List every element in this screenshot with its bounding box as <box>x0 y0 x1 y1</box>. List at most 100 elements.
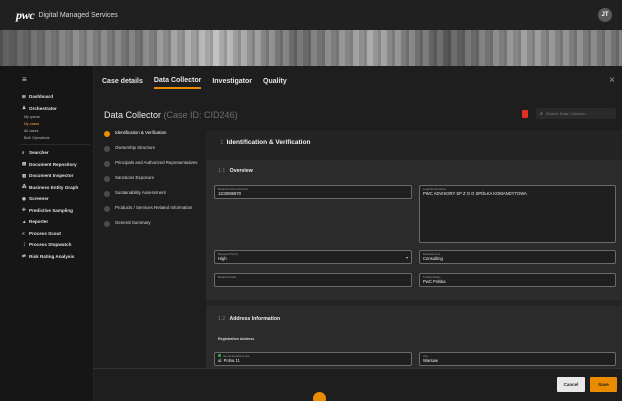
form-content: 1 Identification & Verification 1.1 Over… <box>206 130 622 370</box>
pwc-logo[interactable]: pwc <box>16 8 35 23</box>
close-icon[interactable]: × <box>609 75 615 86</box>
field-value: ul. Polna 11 <box>218 358 240 363</box>
step-label: General Summary <box>115 220 151 225</box>
reporter-icon: ▲ <box>22 219 27 225</box>
field-value: PWC ADVISORY SP Z O O SPÓŁKA KOMANDYTOWA <box>423 191 527 196</box>
sidebar-item-label: Risk Rating Analysis <box>29 253 75 259</box>
step-general-summary[interactable]: General Summary <box>104 220 206 227</box>
step-indicator-icon <box>104 146 110 152</box>
trading-name-field[interactable]: Trading Name PwC Polska <box>419 273 616 287</box>
field-value: Consulting <box>423 256 443 261</box>
step-identification[interactable]: Identification & Verification <box>104 130 206 137</box>
field-label: Business Field <box>218 275 237 279</box>
document-icon[interactable] <box>522 110 528 118</box>
step-sustainability[interactable]: Sustainability Assessment <box>104 190 206 197</box>
step-indicator-icon <box>104 161 110 167</box>
search-icon: ⌕ <box>540 110 543 117</box>
orchestrator-icon: ♟ <box>22 105 27 111</box>
step-indicator-icon <box>104 131 110 137</box>
subsection-title: Address Information <box>229 316 281 322</box>
step-label: Ownership Structure <box>115 145 156 150</box>
subsection-index: 1.2 <box>218 316 226 322</box>
hamburger-menu-icon[interactable]: ≡ <box>22 75 27 84</box>
save-button[interactable]: Save <box>590 377 617 392</box>
field-value: PwC Polska <box>423 279 446 284</box>
sidebar-subitem-my-cases[interactable]: My cases <box>0 121 92 128</box>
sidebar-item-label: Process Scout <box>29 230 61 236</box>
modal-footer: Cancel Save <box>94 368 622 401</box>
page-title-text: Data Collector <box>104 110 162 120</box>
app: pwc Digital Managed Services JT ≡ ⊞ Dash… <box>0 0 622 401</box>
risk-icon: ⇄ <box>22 253 26 259</box>
sidebar-item-label: Predictive Sampling <box>29 207 73 213</box>
sidebar-item-process-stopwatch[interactable]: ⋮ Process Stopwatch <box>0 239 92 251</box>
priority-select[interactable]: Request Priority High ▾ <box>214 250 412 264</box>
step-sanctions[interactable]: Sanctions Exposure <box>104 175 206 182</box>
step-indicator-icon <box>104 176 110 182</box>
sidebar-item-reporter[interactable]: ▲ Reporter <box>0 216 92 228</box>
step-ownership[interactable]: Ownership Structure <box>104 145 206 152</box>
legal-name-field[interactable]: Legal Entity Name PWC ADVISORY SP Z O O … <box>419 185 616 243</box>
app-title: Digital Managed Services <box>38 11 118 19</box>
sidebar-item-label: Screener <box>29 196 49 202</box>
step-principals[interactable]: Principals and Authorized Representative… <box>104 160 206 167</box>
city-field[interactable]: City Warsaw <box>419 352 616 366</box>
sidebar-item-label: Document Inspector <box>29 173 74 179</box>
tab-quality[interactable]: Quality <box>263 78 287 88</box>
sidebar-item-document-inspector[interactable]: ▥ Document Inspector <box>0 170 92 182</box>
tab-data-collector[interactable]: Data Collector <box>153 77 202 89</box>
section-index: 1 <box>220 138 224 146</box>
client-number-field[interactable]: Business Client Number 1103086970 <box>214 185 412 199</box>
document-inspector-icon: ▥ <box>22 172 27 178</box>
field-value: High <box>218 256 227 261</box>
sidebar-item-label: Orchestrator <box>29 105 57 111</box>
search-icon: ⌕ <box>22 150 25 156</box>
sidebar-item-dashboard[interactable]: ⊞ Dashboard <box>0 91 92 103</box>
cancel-button[interactable]: Cancel <box>557 377 585 392</box>
stopwatch-icon: ⋮ <box>22 241 27 247</box>
overview-title: 1.1 Overview <box>218 168 253 174</box>
step-label: Products / Services Related Information <box>115 205 193 210</box>
step-products[interactable]: Products / Services Related Information <box>104 205 206 212</box>
step-label: Principals and Authorized Representative… <box>115 160 198 165</box>
sidebar-item-orchestrator[interactable]: ♟ Orchestrator <box>0 103 92 115</box>
page-title: Data Collector (Case ID: CID246) <box>104 110 238 120</box>
registration-address-label: Registration Address <box>218 337 255 341</box>
sidebar-item-business-entity-graph[interactable]: ⁂ Business Entity Graph <box>0 182 92 194</box>
business-field-field[interactable]: Business Field <box>214 273 412 287</box>
sidebar-subitem-my-queue[interactable]: My queue <box>0 114 92 121</box>
sidebar-item-screener[interactable]: ◉ Screener <box>0 193 92 205</box>
search-box: ⌕ <box>536 108 616 119</box>
chevron-down-icon: ▾ <box>405 255 408 260</box>
section-header: 1 Identification & Verification <box>206 130 622 154</box>
sidebar-subitem-bulk-operations[interactable]: Bulk Operations <box>0 135 92 142</box>
user-avatar[interactable]: JT <box>598 8 612 22</box>
sidebar-item-document-repository[interactable]: ▤ Document Repository <box>0 159 92 171</box>
tab-investigator[interactable]: Investigator <box>212 78 252 88</box>
sidebar-subitem-all-cases[interactable]: All cases <box>0 128 92 135</box>
tab-case-details[interactable]: Case details <box>102 78 143 88</box>
search-input[interactable] <box>545 111 606 116</box>
sidebar-item-label: Dashboard <box>29 94 53 100</box>
address-title: 1.2 Address Information <box>218 316 280 322</box>
step-label: Identification & Verification <box>115 130 167 135</box>
sidebar-divider <box>20 144 90 145</box>
document-repository-icon: ▤ <box>22 161 27 167</box>
sidebar-item-predictive-sampling[interactable]: ✣ Predictive Sampling <box>0 205 92 217</box>
step-indicator-icon <box>104 221 110 227</box>
sidebar-item-process-scout[interactable]: < Process Scout <box>0 228 92 240</box>
street-field[interactable]: Ga ulica/Address line ul. Polna 11 <box>214 352 412 366</box>
sidebar-item-label: Reporter <box>29 219 49 225</box>
business-line-field[interactable]: Business Line Consulting <box>419 250 616 264</box>
sidebar-item-risk-rating-analysis[interactable]: ⇄ Risk Rating Analysis <box>0 251 92 263</box>
location-dot-icon <box>218 354 221 357</box>
step-list: Identification & Verification Ownership … <box>104 130 206 235</box>
screener-icon: ◉ <box>22 195 27 201</box>
address-section: 1.2 Address Information Registration Add… <box>206 306 622 370</box>
step-indicator-icon <box>104 206 110 212</box>
hero-banner <box>0 30 622 66</box>
dashboard-icon: ⊞ <box>22 93 26 99</box>
sidebar-item-label: Process Stopwatch <box>29 242 72 248</box>
sidebar-item-searcher[interactable]: ⌕ Searcher <box>0 147 92 159</box>
scroll-handle[interactable] <box>313 392 326 401</box>
